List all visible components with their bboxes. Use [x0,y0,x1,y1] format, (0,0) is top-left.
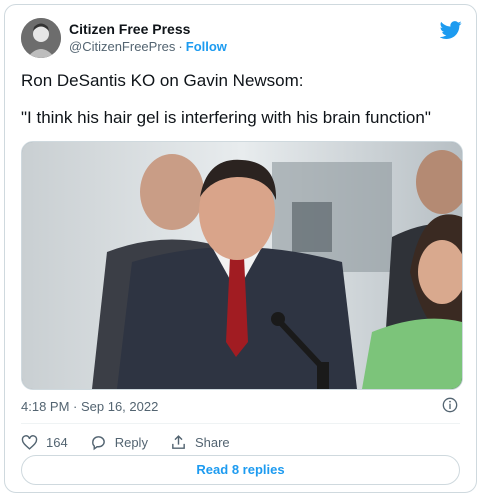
video-frame-image [22,142,462,389]
author-handle-row: @CitizenFreePres · Follow [69,39,227,54]
tweet-video[interactable] [21,141,463,390]
author-name[interactable]: Citizen Free Press [69,21,190,37]
avatar[interactable] [21,18,61,58]
reply-button[interactable]: Reply [90,434,148,451]
share-button[interactable]: Share [170,434,230,451]
divider [21,423,460,424]
tweet-text: Ron DeSantis KO on Gavin Newsom: "I thin… [21,69,461,143]
tweet-line-1: Ron DeSantis KO on Gavin Newsom: [21,71,304,90]
heart-icon [21,434,38,450]
tweet-line-2: "I think his hair gel is interfering wit… [21,108,431,127]
share-label: Share [194,434,230,450]
author-handle[interactable]: @CitizenFreePres [69,39,175,54]
tweet-card: Citizen Free Press @CitizenFreePres · Foll… [4,4,477,493]
like-count: 164 [46,434,68,450]
share-icon [172,434,185,449]
tweet-timestamp[interactable]: 4:18 PM · Sep 16, 2022 [21,399,158,414]
reply-label: Reply [114,434,148,450]
like-button[interactable]: 164 [21,434,68,451]
reply-icon [91,435,105,450]
action-bar: 164 Reply Share [21,431,252,453]
avatar-image [21,18,61,58]
read-replies-button[interactable]: Read 8 replies [21,455,460,485]
separator-dot: · [178,39,183,54]
twitter-bird-icon[interactable] [440,19,462,41]
follow-button[interactable]: Follow [186,39,227,54]
info-icon[interactable] [442,397,458,413]
